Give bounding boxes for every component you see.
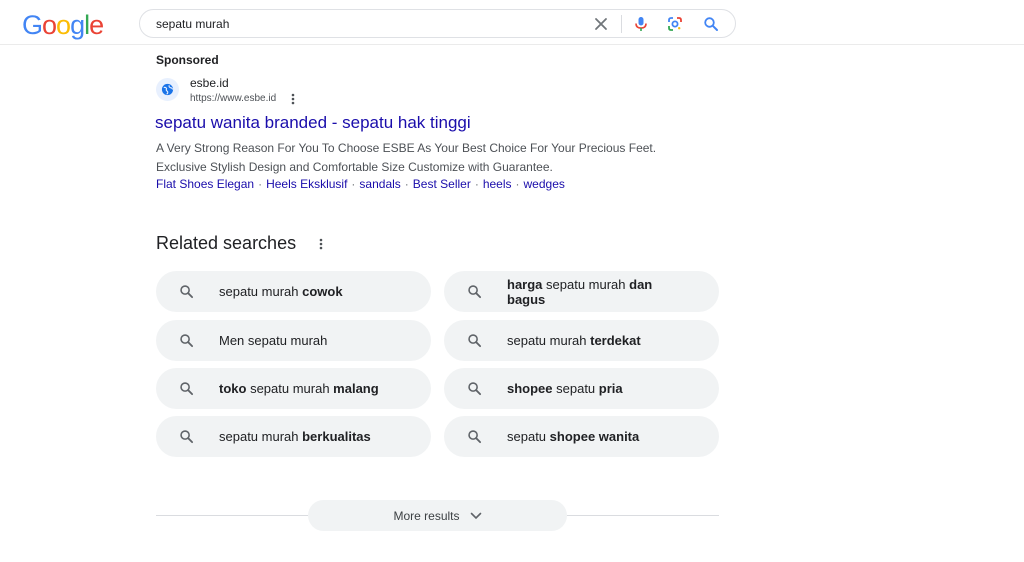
globe-icon xyxy=(156,78,179,101)
sitelink[interactable]: sandals xyxy=(359,177,400,191)
search-input[interactable] xyxy=(156,16,576,32)
search-icon[interactable] xyxy=(702,15,720,33)
bold-term: terdekat xyxy=(590,333,641,348)
logo-letter-e: e xyxy=(89,10,104,40)
sitelink-separator: · xyxy=(474,177,479,191)
related-search-chip[interactable]: shopee sepatu pria xyxy=(444,368,719,409)
more-options-icon[interactable] xyxy=(288,92,298,106)
search-icon xyxy=(179,333,194,348)
ad-site-url[interactable]: https://www.esbe.id xyxy=(190,93,276,104)
search-icon xyxy=(179,284,194,299)
logo-letter-g2: g xyxy=(70,10,85,40)
search-icon xyxy=(467,381,482,396)
search-box xyxy=(139,9,736,38)
related-search-text: sepatu murah cowok xyxy=(219,284,391,299)
search-divider xyxy=(621,15,622,33)
related-search-chip[interactable]: toko sepatu murah malang xyxy=(156,368,431,409)
header-bar: Google xyxy=(0,0,1024,45)
sitelink[interactable]: Flat Shoes Elegan xyxy=(156,177,254,191)
sitelink-separator: · xyxy=(258,177,263,191)
related-search-chip[interactable]: sepatu murah terdekat xyxy=(444,320,719,361)
related-search-text: shopee sepatu pria xyxy=(507,381,679,396)
sitelink-separator: · xyxy=(404,177,409,191)
ad-description: A Very Strong Reason For You To Choose E… xyxy=(156,139,716,177)
search-icon xyxy=(179,381,194,396)
chevron-down-icon xyxy=(470,507,482,525)
more-results-button[interactable]: More results xyxy=(308,500,567,531)
ad-description-line: A Very Strong Reason For You To Choose E… xyxy=(156,141,657,155)
sitelink-separator: · xyxy=(351,177,356,191)
ad-description-line: Exclusive Stylish Design and Comfortable… xyxy=(156,160,553,174)
related-search-text: Men sepatu murah xyxy=(219,333,391,348)
related-search-chip[interactable]: sepatu murah cowok xyxy=(156,271,431,312)
mic-icon[interactable] xyxy=(632,15,650,33)
divider-line xyxy=(156,515,308,516)
google-logo[interactable]: Google xyxy=(22,10,104,41)
bold-term: harga xyxy=(507,276,543,292)
plain-term: Men sepatu murah xyxy=(219,333,328,348)
logo-letter-g: G xyxy=(22,10,43,40)
bold-term: berkualitas xyxy=(302,429,371,444)
sitelink-separator: · xyxy=(515,177,520,191)
ad-site-name[interactable]: esbe.id xyxy=(190,76,229,90)
logo-letter-o1: o xyxy=(42,10,57,40)
sitelink[interactable]: heels xyxy=(483,177,512,191)
bold-term: cowok xyxy=(302,284,343,299)
related-search-chip[interactable]: sepatu murah berkualitas xyxy=(156,416,431,457)
clear-icon[interactable] xyxy=(592,15,610,33)
plain-term: sepatu murah xyxy=(246,381,334,396)
search-icon xyxy=(467,284,482,299)
sponsored-label: Sponsored xyxy=(156,53,219,67)
related-search-text: sepatu shopee wanita xyxy=(507,429,679,444)
bold-term: shopee xyxy=(507,381,553,396)
more-options-icon[interactable] xyxy=(316,236,326,252)
bold-term: malang xyxy=(333,381,379,396)
search-icon xyxy=(467,429,482,444)
sitelink[interactable]: Best Seller xyxy=(413,177,471,191)
plain-term: sepatu murah xyxy=(219,284,303,299)
related-search-text: sepatu murah berkualitas xyxy=(219,429,391,444)
ad-title-link[interactable]: sepatu wanita branded - sepatu hak tingg… xyxy=(155,113,471,133)
related-search-text: sepatu murah terdekat xyxy=(507,333,679,348)
bold-term: toko xyxy=(219,381,247,396)
related-search-chip[interactable]: Men sepatu murah xyxy=(156,320,431,361)
related-search-text: toko sepatu murah malang xyxy=(219,381,391,396)
related-searches-title: Related searches xyxy=(156,233,297,253)
plain-term: sepatu xyxy=(552,381,599,396)
sitelink[interactable]: wedges xyxy=(524,177,565,191)
logo-letter-o2: o xyxy=(56,10,71,40)
related-search-chip[interactable]: harga sepatu murah dan bagus xyxy=(444,271,719,312)
ad-sitelinks: Flat Shoes Elegan · Heels Eksklusif · sandal… xyxy=(156,177,565,191)
plain-term: sepatu murah xyxy=(542,276,630,292)
related-search-text: harga sepatu murah dan bagus xyxy=(507,277,679,307)
sitelink[interactable]: Heels Eksklusif xyxy=(266,177,347,191)
related-search-chip[interactable]: sepatu shopee wanita xyxy=(444,416,719,457)
divider-line xyxy=(567,515,719,516)
lens-icon[interactable] xyxy=(666,15,684,33)
more-results-label: More results xyxy=(393,508,460,523)
plain-term: sepatu murah xyxy=(507,333,591,348)
bold-term: shopee wanita xyxy=(549,429,640,444)
bold-term: pria xyxy=(598,381,623,396)
plain-term: sepatu xyxy=(507,429,550,444)
search-icon xyxy=(467,333,482,348)
search-icon xyxy=(179,429,194,444)
plain-term: sepatu murah xyxy=(219,429,303,444)
